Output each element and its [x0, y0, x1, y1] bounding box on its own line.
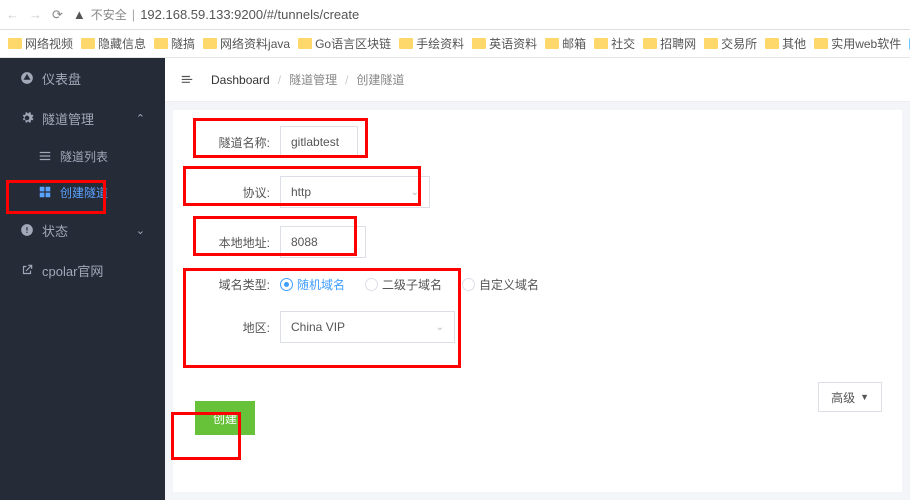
input-tunnel-name[interactable] [280, 126, 358, 158]
breadcrumb-tunnel-mgmt[interactable]: 隧道管理 [289, 71, 337, 88]
bookmark-item[interactable]: 社交 [594, 35, 635, 52]
breadcrumb-create-tunnel: 创建隧道 [356, 71, 404, 88]
select-region[interactable]: China VIP ⌄ [280, 311, 455, 343]
status-icon [20, 223, 34, 237]
sidebar-item-create-tunnel[interactable]: 创建隧道 [0, 174, 165, 210]
folder-icon [154, 38, 168, 49]
reload-icon[interactable]: ⟳ [52, 7, 63, 23]
chevron-down-icon: ⌄ [436, 322, 444, 333]
advanced-button[interactable]: 高级 ▼ [818, 382, 882, 412]
insecure-label: 不安全 [91, 6, 127, 23]
sidebar-item-tunnel-list[interactable]: 隧道列表 [0, 138, 165, 174]
bookmark-item[interactable]: 手绘资料 [399, 35, 464, 52]
select-region-value: China VIP [291, 320, 345, 334]
url-text: 192.168.59.133:9200/#/tunnels/create [140, 7, 359, 22]
bookmark-item[interactable]: 其他 [765, 35, 806, 52]
external-link-icon [20, 263, 34, 277]
sidebar-item-dashboard[interactable]: 仪表盘 [0, 58, 165, 98]
label-region: 地区: [195, 319, 270, 336]
select-protocol[interactable]: http ⌄ [280, 176, 430, 208]
back-icon[interactable]: ← [6, 7, 19, 22]
folder-icon [298, 38, 312, 49]
address-bar[interactable]: ▲ 不安全 | 192.168.59.133:9200/#/tunnels/cr… [73, 6, 904, 23]
sidebar-label-tunnel-mgmt: 隧道管理 [42, 109, 94, 128]
bookmark-item[interactable]: 英语资料 [472, 35, 537, 52]
folder-icon [643, 38, 657, 49]
sidebar-label-tunnel-list: 隧道列表 [60, 148, 108, 165]
folder-icon [545, 38, 559, 49]
chevron-down-icon: ⌄ [411, 187, 419, 198]
sidebar-item-status[interactable]: 状态 ⌄ [0, 210, 165, 250]
folder-icon [203, 38, 217, 49]
select-protocol-value: http [291, 185, 311, 199]
bookmark-item[interactable]: Go语言区块链 [298, 35, 391, 52]
label-tunnel-name: 隧道名称: [195, 134, 270, 151]
radio-custom-domain[interactable]: 自定义域名 [462, 276, 539, 293]
folder-icon [472, 38, 486, 49]
sidebar-item-cpolar[interactable]: cpolar官网 [0, 250, 165, 290]
label-local-addr: 本地地址: [195, 234, 270, 251]
folder-icon [81, 38, 95, 49]
bookmark-item[interactable]: 隧搞 [154, 35, 195, 52]
sidebar-label-create-tunnel: 创建隧道 [60, 184, 108, 201]
warning-icon: ▲ [73, 7, 86, 22]
gear-icon [20, 111, 34, 125]
sidebar: 仪表盘 隧道管理 ⌃ 隧道列表 创建隧道 状态 ⌄ cpolar官网 [0, 58, 165, 500]
radio-random-domain[interactable]: 随机域名 [280, 276, 345, 293]
chevron-down-icon: ⌄ [136, 224, 145, 237]
bookmark-item[interactable]: 隐藏信息 [81, 35, 146, 52]
sidebar-item-tunnel-mgmt[interactable]: 隧道管理 ⌃ [0, 98, 165, 138]
create-button[interactable]: 创建 [195, 401, 255, 435]
sidebar-label-dashboard: 仪表盘 [42, 69, 81, 88]
chevron-down-icon: ⌃ [136, 112, 145, 125]
bookmarks-bar: 网络视频隐藏信息隧搞网络资料java Go语言区块链手绘资料英语资料邮箱社交招聘网… [0, 30, 910, 58]
bookmark-item[interactable]: 网络视频 [8, 35, 73, 52]
menu-toggle-icon[interactable] [179, 73, 195, 87]
sidebar-label-cpolar: cpolar官网 [42, 261, 103, 280]
forward-icon[interactable]: → [29, 7, 42, 22]
topbar: Dashboard / 隧道管理 / 创建隧道 [165, 58, 910, 102]
form-panel: 隧道名称: 协议: http ⌄ 本地地址: 域名类型: 随机域名 [173, 110, 902, 492]
create-icon [38, 185, 52, 199]
caret-down-icon: ▼ [860, 392, 869, 402]
folder-icon [704, 38, 718, 49]
folder-icon [8, 38, 22, 49]
list-icon [38, 149, 52, 163]
folder-icon [594, 38, 608, 49]
folder-icon [814, 38, 828, 49]
input-local-addr[interactable] [280, 226, 366, 258]
breadcrumb-dashboard[interactable]: Dashboard [211, 73, 270, 87]
bookmark-item[interactable]: 网络资料java [203, 35, 290, 52]
browser-toolbar: ← → ⟳ ▲ 不安全 | 192.168.59.133:9200/#/tunn… [0, 0, 910, 30]
bookmark-item[interactable]: 邮箱 [545, 35, 586, 52]
folder-icon [399, 38, 413, 49]
label-domain-type: 域名类型: [195, 276, 270, 293]
sidebar-label-status: 状态 [42, 221, 68, 240]
radio-sub-domain[interactable]: 二级子域名 [365, 276, 442, 293]
folder-icon [765, 38, 779, 49]
bookmark-item[interactable]: 实用web软件 [814, 35, 901, 52]
label-protocol: 协议: [195, 184, 270, 201]
bookmark-item[interactable]: 招聘网 [643, 35, 696, 52]
dashboard-icon [20, 71, 34, 85]
bookmark-item[interactable]: 交易所 [704, 35, 757, 52]
